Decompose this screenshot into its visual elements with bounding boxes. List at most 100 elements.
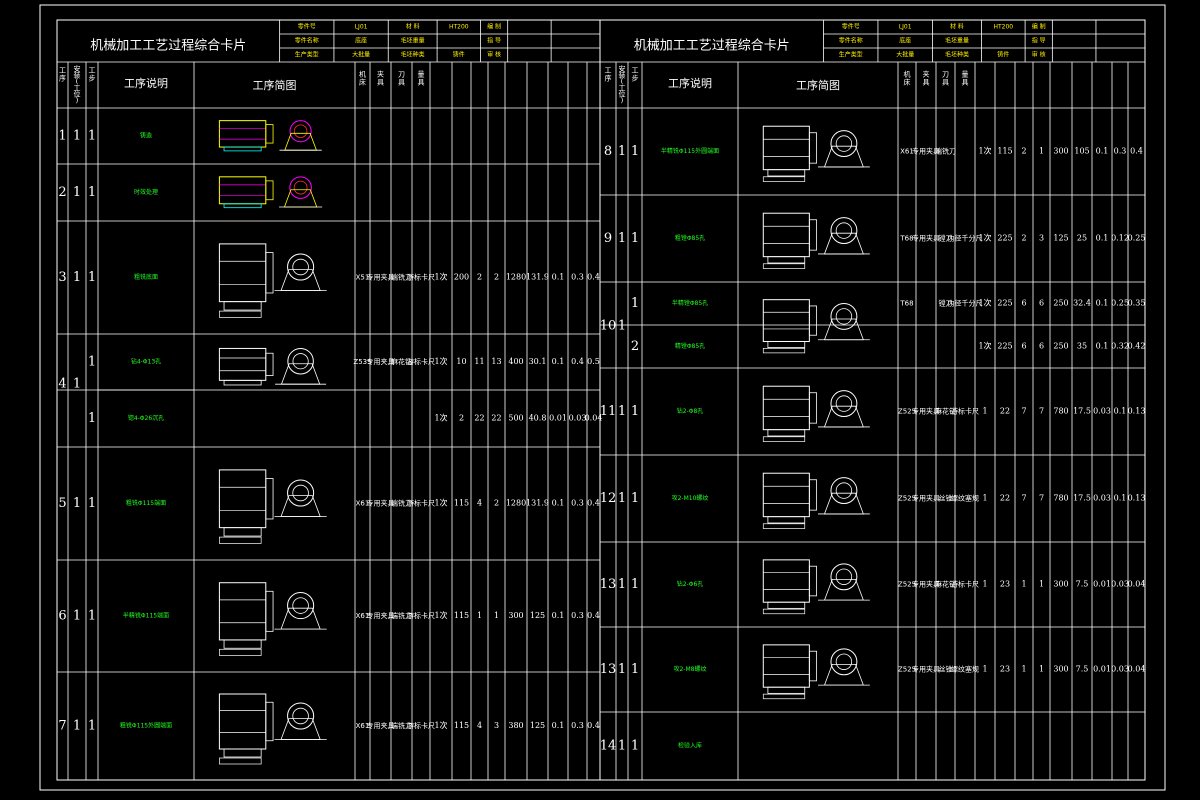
op-meas: 游标卡尺 (407, 611, 435, 620)
step-number: 1 (88, 185, 96, 200)
process-card-drawing: 机械加工工艺过程综合卡片 零件号 LJ01 材 料 HT200 编 制零件名称 底座 毛坯重量… (39, 4, 1166, 791)
sketch-bore-circle (289, 176, 312, 199)
meta-label2: 毛坯重量 (401, 37, 425, 45)
sketch-section (219, 648, 262, 656)
op-value: 0.1 (552, 721, 565, 730)
sketch-section (762, 693, 806, 700)
install-number: 1 (73, 377, 81, 392)
install-number: 1 (618, 319, 626, 334)
op-value: 0.01 (549, 414, 567, 423)
sketch-inner-circle (292, 597, 309, 614)
op-meas: 螺纹塞规 (951, 665, 979, 674)
sketch-flange (265, 252, 274, 294)
step-number: 1 (88, 411, 96, 426)
op-value: 3 (494, 721, 499, 730)
op-value: 200 (454, 273, 469, 282)
op-value: 125 (1053, 234, 1068, 243)
sketch-bore-circle (287, 253, 315, 281)
sketch-foot (767, 601, 806, 609)
op-value: 0.1 (552, 273, 565, 282)
sketch-foot (767, 429, 806, 437)
meta-value2: 铸件 (997, 51, 1009, 59)
op-value: 7 (1039, 494, 1044, 503)
sketch-section (762, 347, 806, 354)
op-value: 780 (1053, 407, 1068, 416)
sketch-flange (265, 180, 274, 201)
sketch-flange (808, 132, 817, 164)
op-meas: 游标卡尺 (407, 499, 435, 508)
operation-sketch (762, 644, 870, 700)
op-value: 0.13 (1128, 494, 1146, 503)
op-value: 17.5 (1073, 494, 1091, 503)
meta-value: 底座 (899, 37, 911, 45)
left-process-card: 机械加工工艺过程综合卡片 零件号 LJ01 材 料 HT200 编 制零件名称 底座 毛坯重量… (57, 20, 602, 781)
meta-value: 大批量 (352, 51, 370, 59)
col-header-8: 量具 (418, 70, 425, 86)
op-value: 6 (1021, 342, 1026, 351)
col-header-5: 机床 (359, 69, 366, 86)
op-number: 11 (600, 404, 617, 419)
sketch-bore-circle (830, 217, 858, 245)
sketch-bore-circle (830, 477, 858, 505)
op-number: 7 (58, 719, 66, 734)
meta-label3: 编 制 (487, 23, 501, 31)
op-value: 125 (530, 721, 545, 730)
op-value: 1 (982, 407, 987, 416)
op-value: 0.01 (1093, 665, 1111, 674)
meta-value2: HT200 (449, 24, 469, 31)
operation-sketch (762, 212, 870, 269)
op-value: 0.1 (1114, 494, 1127, 503)
sketch-bore-circle (830, 648, 858, 676)
op-value: 1 (982, 494, 987, 503)
op-value: 2 (494, 499, 499, 508)
sketch-foot (223, 379, 262, 386)
op-value: 0.03 (1093, 407, 1111, 416)
meta-label2: 毛坯种类 (401, 51, 425, 59)
sketch-bore-circle (830, 390, 858, 418)
right-process-card: 机械加工工艺过程综合卡片 零件号 LJ01 材 料 HT200 编 制零件名称 底座 毛坯重量… (600, 20, 1146, 781)
op-value: 0.4 (1130, 147, 1143, 156)
op-number: 14 (600, 739, 617, 754)
meta-label2: 材 料 (950, 23, 964, 31)
step-number: 1 (88, 719, 96, 734)
sketch-foot (767, 686, 806, 694)
op-tool: 端铣刀 (935, 147, 956, 156)
col-header-step: 工步 (632, 66, 639, 82)
op-value: 17.5 (1073, 407, 1091, 416)
op-meas: 游标卡尺 (951, 580, 979, 589)
sketch-foot (223, 301, 262, 311)
op-value: 1 (1039, 580, 1044, 589)
sketch-bore-circle (287, 479, 315, 507)
op-value: 23 (1000, 580, 1010, 589)
sketch-flange (265, 124, 274, 144)
op-number: 8 (604, 144, 612, 159)
sketch-inner-circle (835, 135, 853, 152)
op-value: 11 (474, 357, 484, 366)
sketch-bore-circle (830, 130, 858, 158)
op-fixt: 专用夹具 (912, 494, 940, 503)
op-meas: 游标卡尺 (407, 273, 435, 282)
sketch-body (218, 693, 267, 750)
op-value: 0.5 (587, 357, 600, 366)
sketch-foot (767, 169, 806, 177)
op-number: 12 (600, 491, 617, 506)
step-number: 1 (631, 404, 639, 419)
col-header-5: 机床 (904, 69, 911, 86)
op-value: 400 (508, 357, 523, 366)
op-value: 7 (1021, 407, 1026, 416)
meta-label3: 审 核 (1032, 51, 1046, 59)
col-header-install: 安装(工位) (619, 64, 626, 105)
op-value: 780 (1053, 494, 1068, 503)
op-mach: T68 (899, 300, 913, 308)
op-number: 5 (58, 496, 66, 511)
sketch-flange (265, 701, 274, 742)
col-header-8: 量具 (962, 70, 969, 86)
op-value: 0.25 (1111, 299, 1129, 308)
sketch-section (219, 757, 262, 765)
op-value: 7 (1021, 494, 1026, 503)
op-value: 2 (1021, 234, 1026, 243)
step-number: 1 (631, 144, 639, 159)
sketch-flange (265, 590, 274, 632)
op-value: 0.25 (1128, 234, 1146, 243)
op-number: 9 (604, 231, 612, 246)
